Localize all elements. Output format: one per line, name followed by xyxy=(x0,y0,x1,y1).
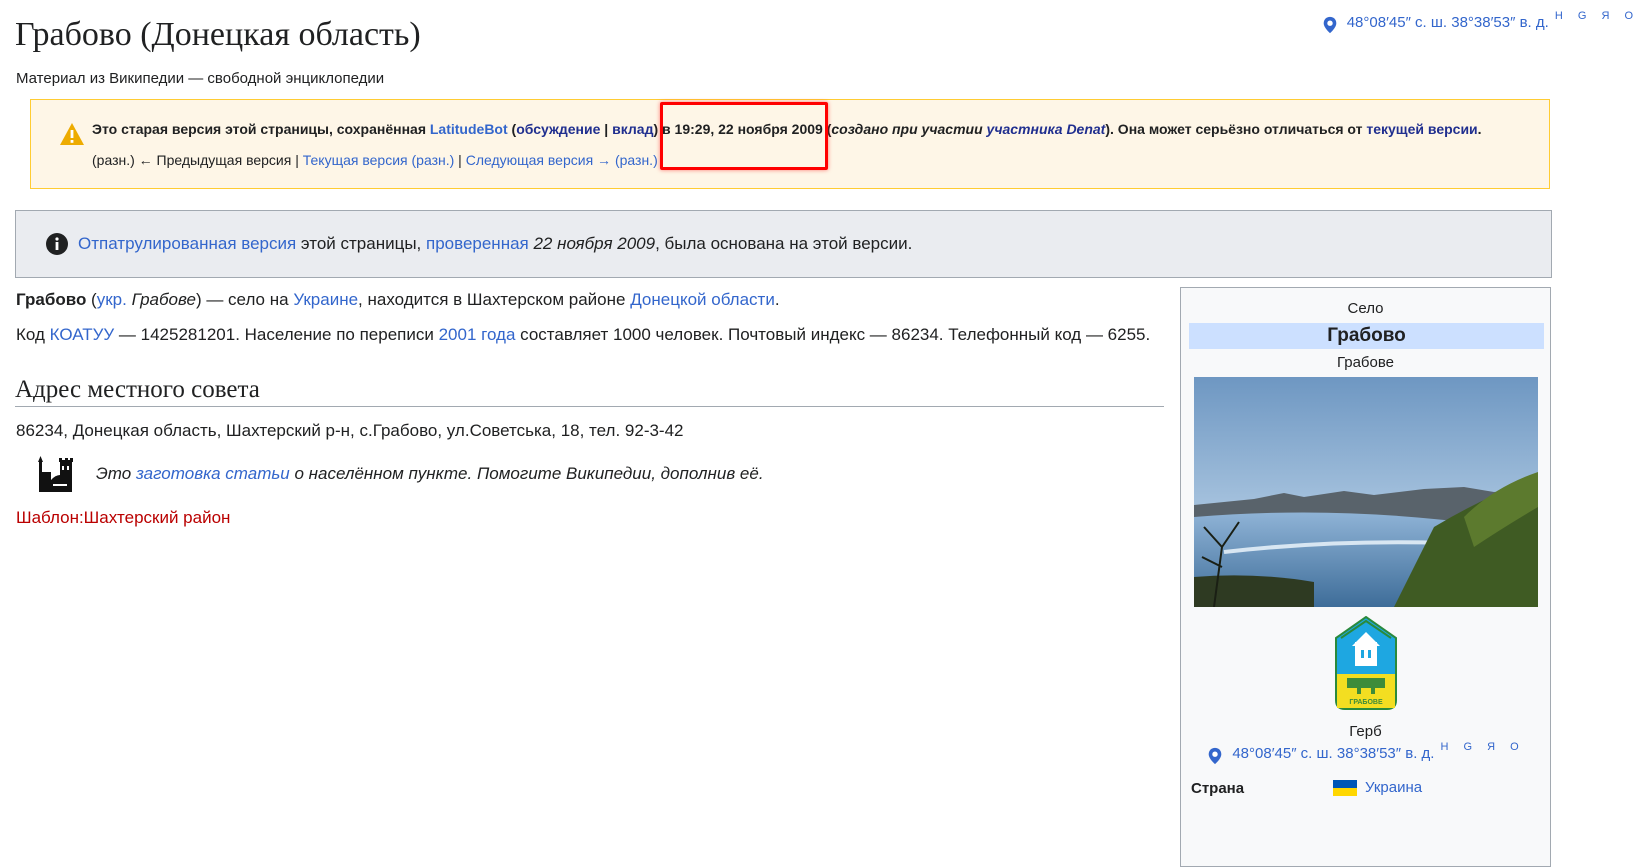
text-fragment: ). Она может серьёзно отличаться от xyxy=(1105,121,1367,137)
talk-link[interactable]: обсуждение xyxy=(516,121,600,137)
text-fragment: ( xyxy=(86,290,97,309)
country-label: Страна xyxy=(1191,780,1245,797)
koatuu-link[interactable]: КОАТУУ xyxy=(50,325,115,344)
stub-link[interactable]: заготовка xyxy=(136,464,221,483)
text-fragment: Это старая версия этой страницы, сохранё… xyxy=(92,121,430,137)
stub-notice: Это заготовка статьи о населённом пункте… xyxy=(36,456,764,492)
coat-of-arms-icon[interactable]: ГРАБОВЕ xyxy=(1335,616,1397,710)
text-fragment: ) — село на xyxy=(195,290,294,309)
census-year-link[interactable]: 2001 года xyxy=(439,325,516,344)
patrolled-version-notice: Отпатрулированная версия этой страницы, … xyxy=(15,210,1552,278)
intro-paragraph: Грабово (укр. Грабове) — село на Украине… xyxy=(16,290,780,310)
infobox: Село Грабово Грабове ГРАБОВЕ Герб 48°08′… xyxy=(1180,287,1551,867)
infobox-title: Грабово xyxy=(1189,323,1544,349)
info-circle-icon xyxy=(46,233,68,255)
text-fragment: | xyxy=(454,152,466,168)
page-subtitle: Материал из Википедии — свободной энцикл… xyxy=(16,70,385,87)
codes-paragraph: Код КОАТУУ — 1425281201. Население по пе… xyxy=(16,325,1150,345)
previous-version-text: ← Предыдущая версия | xyxy=(134,152,303,168)
warning-triangle-icon xyxy=(60,123,84,145)
text-fragment: | xyxy=(600,121,613,137)
text-fragment: этой страницы, xyxy=(296,234,426,253)
map-pin-icon[interactable] xyxy=(1321,16,1339,34)
text-fragment: , находится в Шахтерском районе xyxy=(358,290,631,309)
section-heading: Адрес местного совета xyxy=(15,376,1164,407)
infobox-coordinates: 48°08′45″ с. ш. 38°38′53″ в. д. H G Я O xyxy=(1181,741,1550,765)
donetsk-oblast-link[interactable]: Донецкой области xyxy=(630,290,775,309)
template-red-link[interactable]: Шаблон:Шахтерский район xyxy=(16,508,230,528)
infobox-local-name: Грабове xyxy=(1336,354,1395,371)
country-link[interactable]: Украина xyxy=(1365,779,1422,796)
text-fragment: о населённом пункте. Помогите Википедии,… xyxy=(289,464,764,483)
patrolled-version-link[interactable]: Отпатрулированная версия xyxy=(78,234,296,253)
coat-caption: Герб xyxy=(1349,723,1382,740)
diff-current-link[interactable]: (разн.) xyxy=(412,152,455,168)
infobox-type: Село xyxy=(1347,300,1384,317)
contrib-link[interactable]: вклад xyxy=(612,121,653,137)
council-address: 86234, Донецкая область, Шахтерский р-н,… xyxy=(16,421,684,440)
country-value: Украина xyxy=(1333,779,1422,796)
page-title: Грабово (Донецкая область) xyxy=(15,16,421,53)
current-version-nav-link[interactable]: Текущая версия xyxy=(303,152,408,168)
created-by-text: создано при участии xyxy=(831,121,987,137)
text-fragment: — 1425281201. Население по переписи xyxy=(114,325,439,344)
text-fragment: , была основана на этой версии. xyxy=(655,234,913,253)
infobox-map-service-links[interactable]: H G Я O xyxy=(1440,741,1524,765)
coordinates-top: 48°08′45″ с. ш. 38°38′53″ в. д. H G Я O xyxy=(1321,10,1639,34)
ukrainian-name: Грабове xyxy=(126,290,196,309)
coordinates-link[interactable]: 48°08′45″ с. ш. 38°38′53″ в. д. xyxy=(1347,14,1549,31)
diff-text: (разн.) xyxy=(92,152,135,168)
article-link[interactable]: статьи xyxy=(225,464,289,483)
stub-text: Это заготовка статьи о населённом пункте… xyxy=(96,464,764,484)
map-service-links[interactable]: H G Я O xyxy=(1555,10,1639,22)
text-fragment: составляет 1000 человек. Почтовый индекс… xyxy=(515,325,1151,344)
user-link[interactable]: LatitudeBot xyxy=(430,121,508,137)
patrol-date: 22 ноября 2009 xyxy=(528,234,656,253)
current-version-link[interactable]: текущей версии xyxy=(1366,121,1477,137)
article-subject: Грабово xyxy=(16,290,87,309)
infobox-coordinates-link[interactable]: 48°08′45″ с. ш. 38°38′53″ в. д. xyxy=(1232,745,1434,765)
ukraine-link[interactable]: Украине xyxy=(293,290,358,309)
coat-lettering: ГРАБОВЕ xyxy=(1349,699,1383,706)
highlight-annotation xyxy=(660,102,828,170)
ukraine-flag-icon xyxy=(1333,779,1357,796)
patrol-text: Отпатрулированная версия этой страницы, … xyxy=(78,234,912,254)
text-fragment: Код xyxy=(16,325,50,344)
ukrainian-language-link[interactable]: укр. xyxy=(97,290,127,309)
village-photo[interactable] xyxy=(1194,377,1538,607)
text-fragment: . xyxy=(1477,121,1482,137)
checked-link[interactable]: проверенная xyxy=(426,234,529,253)
revision-navigation: (разн.) ← Предыдущая версия | Текущая ве… xyxy=(92,152,658,168)
text-fragment: ( xyxy=(507,121,517,137)
text-fragment: . xyxy=(774,290,780,309)
city-buildings-icon xyxy=(38,456,73,492)
participant-link[interactable]: участника Denat xyxy=(987,121,1106,137)
diff-next-link[interactable]: (разн.) xyxy=(615,152,658,168)
text-fragment: Это xyxy=(96,464,136,483)
next-version-link[interactable]: Следующая версия → xyxy=(466,152,611,168)
map-pin-icon[interactable] xyxy=(1206,747,1224,765)
